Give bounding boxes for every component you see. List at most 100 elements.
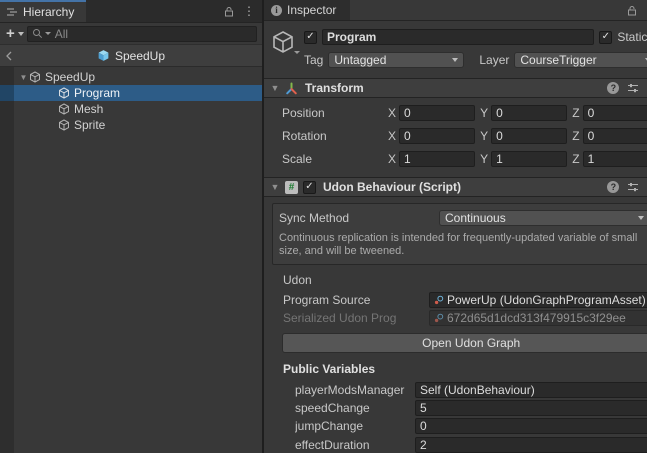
active-checkbox[interactable]: ✓ xyxy=(304,30,317,44)
tree-item-label: Sprite xyxy=(74,118,106,132)
tree-row-sprite[interactable]: Sprite xyxy=(0,117,262,133)
axis-x-label: X xyxy=(388,106,397,121)
static-checkbox[interactable]: ✓ xyxy=(599,30,613,44)
tab-hierarchy[interactable]: Hierarchy xyxy=(0,0,87,22)
prefab-back-button[interactable] xyxy=(0,51,18,61)
foldout-icon[interactable]: ▼ xyxy=(18,73,29,82)
lock-icon[interactable] xyxy=(627,5,637,16)
gameobject-cube-icon xyxy=(59,87,69,99)
axis-z-label: Z xyxy=(572,152,580,167)
add-object-caret-icon[interactable] xyxy=(17,31,24,36)
presets-icon[interactable] xyxy=(627,82,639,94)
udon-section-label: Udon xyxy=(283,273,312,288)
position-y-field[interactable]: 0 xyxy=(491,105,568,122)
component-enabled-checkbox[interactable]: ✓ xyxy=(303,180,316,194)
position-x-field[interactable]: 0 xyxy=(399,105,476,122)
gameobject-cube-icon xyxy=(30,71,40,83)
position-z-field[interactable]: 0 xyxy=(582,105,647,122)
gameobject-icon-caret-icon xyxy=(294,51,300,55)
inspector-tab-label: Inspector xyxy=(287,3,337,18)
tab-inspector[interactable]: i Inspector xyxy=(264,0,351,21)
axis-y-label: Y xyxy=(480,106,489,121)
foldout-icon[interactable]: ▼ xyxy=(270,182,280,192)
transform-header[interactable]: ▼ Transform ? ⋮ xyxy=(264,78,647,99)
inspector-tab-actions: ⋮ xyxy=(627,0,647,20)
axis-x-label: X xyxy=(388,152,397,167)
hierarchy-search-input[interactable]: All xyxy=(26,25,257,42)
variable-name: speedChange xyxy=(295,401,370,415)
sync-method-dropdown[interactable]: Continuous xyxy=(439,210,647,227)
help-icon[interactable]: ? xyxy=(607,82,620,95)
rotation-row: Rotation X0 Y0 Z0 xyxy=(264,127,647,145)
script-icon: # xyxy=(285,180,298,194)
rotation-z-field[interactable]: 0 xyxy=(582,128,647,145)
variable-row-playermodsmanager: playerModsManager Self (UdonBehaviour) xyxy=(264,381,647,398)
variable-name: effectDuration xyxy=(295,437,370,452)
scale-x-field[interactable]: 1 xyxy=(399,151,476,168)
scale-label: Scale xyxy=(282,152,313,167)
sync-method-value: Continuous xyxy=(445,211,506,226)
udon-behaviour-header[interactable]: ▼ # ✓ Udon Behaviour (Script) ? ⋮ xyxy=(264,177,647,198)
udon-graph-asset-icon xyxy=(434,313,444,323)
inspector-icon: i xyxy=(271,4,282,16)
breadcrumb-center: SpeedUp xyxy=(0,45,262,66)
tree-item-label: Program xyxy=(74,86,121,100)
foldout-icon[interactable]: ▼ xyxy=(270,83,280,93)
tree-row-mesh[interactable]: Mesh xyxy=(0,101,262,117)
variable-value-field[interactable]: 2 xyxy=(415,436,647,453)
transform-icon xyxy=(286,82,297,94)
hierarchy-panel: Hierarchy ⋮ + All SpeedUp ▼ SpeedUp Prog… xyxy=(0,0,264,453)
prefab-cube-icon xyxy=(98,50,109,61)
gameobject-cube-icon xyxy=(59,103,69,115)
add-object-button[interactable]: + xyxy=(6,26,15,41)
layer-label: Layer xyxy=(479,53,510,68)
open-udon-graph-button[interactable]: Open Udon Graph xyxy=(282,333,647,354)
scale-z-field[interactable]: 1 xyxy=(582,151,647,168)
rotation-y-field[interactable]: 0 xyxy=(491,128,568,145)
udon-graph-asset-icon xyxy=(434,295,444,304)
udon-behaviour-title: Udon Behaviour (Script) xyxy=(323,180,462,195)
tag-dropdown[interactable]: Untagged xyxy=(328,52,465,69)
tree-row-speedup[interactable]: ▼ SpeedUp xyxy=(0,69,262,85)
transform-properties: Position X0 Y0 Z0 Rotation X0 Y0 Z0 Scal… xyxy=(264,98,647,177)
udon-header-icons: ? ⋮ xyxy=(607,181,647,194)
serialized-program-value: 672d65d1dcd313f479915c3f29ee xyxy=(447,311,626,326)
program-source-object-field[interactable]: PowerUp (UdonGraphProgramAsset) ◎ xyxy=(429,291,647,308)
gameobject-name-field[interactable]: Program xyxy=(322,29,595,46)
axis-z-label: Z xyxy=(572,129,580,144)
axis-z-label: Z xyxy=(572,106,580,121)
variable-row-effectduration: effectDuration 2 xyxy=(264,436,647,453)
axis-y-label: Y xyxy=(480,152,489,167)
rotation-x-field[interactable]: 0 xyxy=(399,128,476,145)
public-variables-header: Public Variables xyxy=(283,362,376,377)
lock-icon[interactable] xyxy=(224,6,234,17)
position-row: Position X0 Y0 Z0 xyxy=(264,104,647,122)
search-placeholder: All xyxy=(54,26,69,41)
axis-x-label: X xyxy=(388,129,397,144)
chevron-down-icon xyxy=(638,216,645,221)
static-label: Static xyxy=(617,30,647,45)
rotation-label: Rotation xyxy=(282,129,327,144)
scale-y-field[interactable]: 1 xyxy=(491,151,568,168)
presets-icon[interactable] xyxy=(627,181,639,193)
program-source-label: Program Source xyxy=(283,292,371,307)
serialized-program-row: Serialized Udon Prog 672d65d1dcd313f4799… xyxy=(264,310,647,327)
tree-row-program[interactable]: Program xyxy=(0,85,262,101)
variable-value-field[interactable]: 5 xyxy=(415,400,647,416)
chevron-down-icon xyxy=(452,58,459,63)
gameobject-icon-button[interactable] xyxy=(271,30,300,55)
gameobject-cube-icon xyxy=(59,119,69,131)
menu-dots-icon[interactable]: ⋮ xyxy=(243,5,255,17)
prefab-breadcrumb: SpeedUp xyxy=(0,45,262,67)
hierarchy-tree: ▼ SpeedUp Program Mesh Sprite xyxy=(0,67,262,453)
tag-value: Untagged xyxy=(334,53,387,68)
variable-value-field[interactable]: 0 xyxy=(415,418,647,435)
transform-header-icons: ? ⋮ xyxy=(607,82,647,95)
serialized-program-object-field: 672d65d1dcd313f479915c3f29ee ◎ xyxy=(429,310,647,327)
variable-value-field[interactable]: Self (UdonBehaviour) xyxy=(415,381,647,398)
help-icon[interactable]: ? xyxy=(607,181,620,194)
chevron-left-icon xyxy=(6,51,12,60)
hierarchy-tab-label: Hierarchy xyxy=(23,5,75,19)
search-filter-caret-icon xyxy=(44,32,51,35)
layer-dropdown[interactable]: CourseTrigger xyxy=(514,52,647,69)
